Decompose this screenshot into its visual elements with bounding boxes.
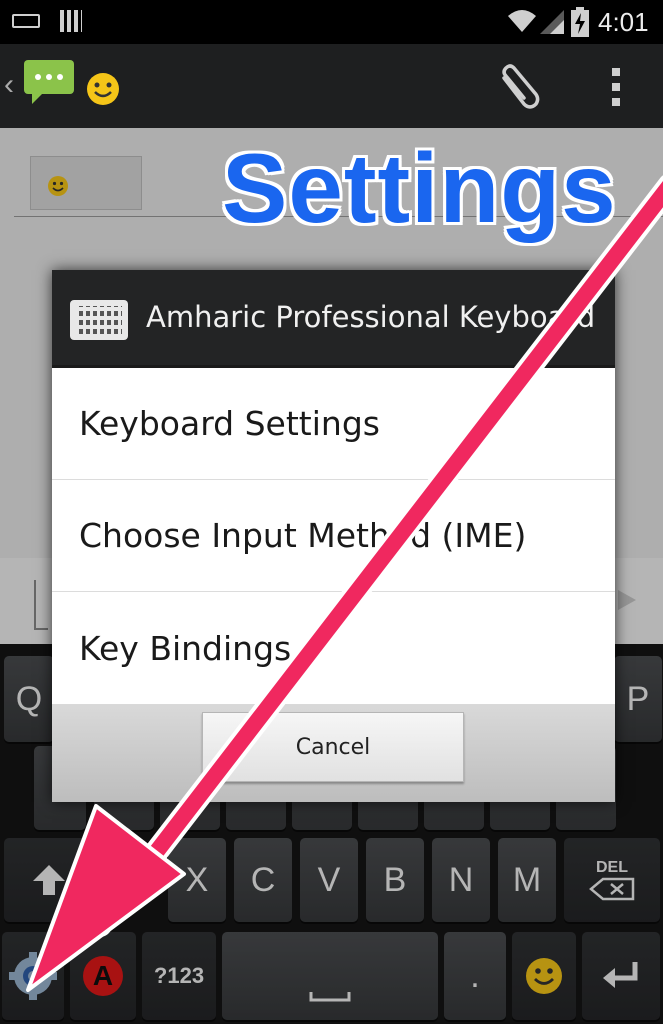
battery-charging-icon [571,7,589,37]
option-choose-input-method[interactable]: Choose Input Method (IME) [52,480,615,592]
overflow-menu-icon[interactable] [606,66,626,108]
annotation-settings-label: Settings [222,133,617,243]
keyboard-icon [12,14,40,28]
input-options-dialog: Amharic Professional Keyboard Keyboard S… [52,270,615,802]
messaging-app-icon[interactable] [22,58,76,106]
option-keyboard-settings[interactable]: Keyboard Settings [52,368,615,480]
status-clock: 4:01 [598,7,649,37]
keyboard-icon [70,300,128,340]
back-chevron-icon[interactable]: ‹ [4,68,14,102]
attach-icon[interactable] [496,62,542,112]
dialog-header: Amharic Professional Keyboard [52,270,615,368]
option-key-bindings[interactable]: Key Bindings [52,592,615,704]
dialog-footer: Cancel [52,704,615,802]
wifi-icon [508,10,536,32]
dialog-title: Amharic Professional Keyboard [146,300,596,334]
signal-icon [540,10,564,34]
dialog-options-list: Keyboard Settings Choose Input Method (I… [52,368,615,704]
status-bar: 4:01 [0,0,663,44]
smiley-icon[interactable] [86,72,120,106]
action-bar: ‹ [0,44,663,128]
cancel-button[interactable]: Cancel [202,712,464,782]
barcode-icon [60,10,82,32]
